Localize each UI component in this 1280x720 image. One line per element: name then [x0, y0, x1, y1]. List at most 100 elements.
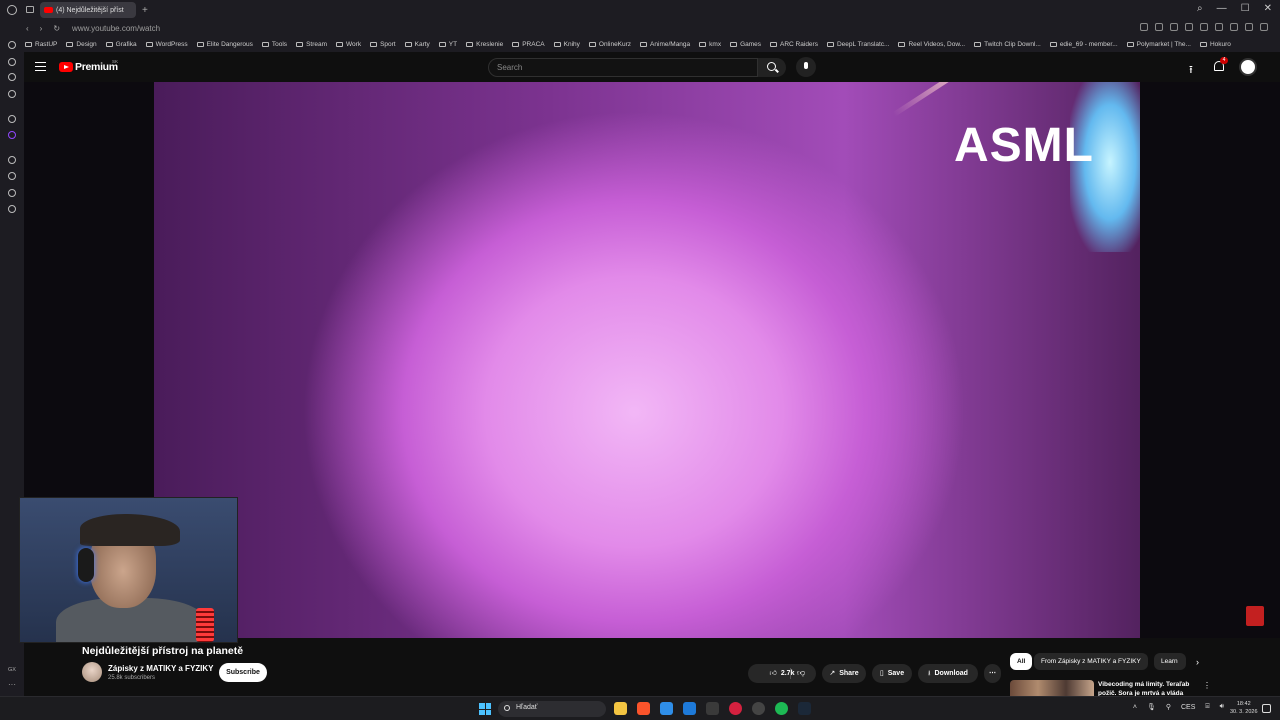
microphone-tray-icon[interactable]: 🎙︎ — [1147, 703, 1156, 711]
sidebar-pin-icon[interactable] — [8, 189, 16, 197]
sidebar-more-icon[interactable]: ··· — [8, 680, 16, 689]
opera-gx-icon[interactable] — [729, 702, 742, 715]
language-indicator[interactable]: CES — [1181, 704, 1195, 711]
bookmark-item[interactable]: Karty — [404, 41, 430, 48]
sidebar-twitch-icon[interactable] — [8, 131, 16, 139]
recommendation-thumbnail[interactable] — [1010, 680, 1094, 696]
extensions-icon[interactable] — [1230, 23, 1238, 31]
back-icon[interactable]: ‹ — [26, 24, 29, 33]
bookmark-item[interactable]: RastUP — [25, 41, 57, 48]
forward-icon[interactable]: › — [40, 24, 43, 33]
file-explorer-icon[interactable] — [614, 702, 627, 715]
bookmark-item[interactable]: WordPress — [145, 41, 188, 48]
browser-tab-youtube[interactable]: (4) Nejdůležitější příst — [40, 2, 136, 18]
brave-icon[interactable] — [637, 702, 650, 715]
more-actions-button[interactable]: ⋯ — [984, 664, 1001, 683]
bookmark-item[interactable]: Kreslenie — [466, 41, 503, 48]
sidebar-mods-icon[interactable] — [8, 90, 16, 98]
bookmark-item[interactable]: Design — [66, 41, 97, 48]
save-button[interactable]: ▯ Save — [872, 664, 912, 683]
video-frame[interactable]: ASML — [154, 82, 1140, 638]
recommendation-more-icon[interactable]: ⋮ — [1203, 681, 1211, 690]
bookmark-item[interactable]: edie_69 - member... — [1049, 41, 1118, 48]
bookmark-item[interactable]: PRACA — [512, 41, 545, 48]
bookmark-item[interactable]: ARC Raiders — [770, 41, 818, 48]
sidebar-map-icon[interactable] — [8, 172, 16, 180]
tray-chevron-icon[interactable]: ˄ — [1133, 704, 1137, 711]
notification-center-icon[interactable] — [1262, 704, 1271, 713]
bookmark-item[interactable]: Games — [730, 41, 761, 48]
opera-logo-icon[interactable] — [7, 5, 17, 15]
sidebar-gx-control-icon[interactable] — [8, 73, 16, 81]
start-icon[interactable] — [479, 703, 491, 715]
wallet-icon[interactable] — [1185, 23, 1193, 31]
sidebar-settings-icon[interactable] — [8, 115, 16, 123]
bookmark-item[interactable]: Sport — [370, 41, 396, 48]
obs-icon[interactable] — [752, 702, 765, 715]
reload-icon[interactable]: ↻ — [53, 24, 60, 33]
bookmark-item[interactable]: Tools — [261, 41, 287, 48]
sidebar-home-icon[interactable] — [8, 41, 16, 49]
player-icon[interactable] — [1200, 23, 1208, 31]
sidebar-history-icon[interactable] — [8, 205, 16, 213]
search-tabs-icon[interactable]: ⌕ — [1197, 3, 1203, 14]
like-button[interactable]: 👍︎ 2.7k — [748, 664, 816, 683]
bookmark-item[interactable]: YT — [438, 41, 457, 48]
microphone-icon[interactable] — [796, 57, 816, 77]
chip-from-channel[interactable]: From Zápisky z MATIKY a FYZIKY — [1034, 653, 1148, 670]
recommendation-title[interactable]: Vibecoding má limity. Teraľab požič. Sor… — [1098, 680, 1198, 696]
upload-icon[interactable]: ⭱ — [1189, 61, 1193, 80]
download-button[interactable]: ⭳ Download — [918, 664, 978, 683]
close-button[interactable]: ✕ — [1264, 3, 1272, 14]
easy-setup-icon[interactable] — [1260, 23, 1268, 31]
calendar-icon[interactable] — [706, 702, 719, 715]
maximize-button[interactable]: ☐ — [1241, 3, 1250, 14]
bookmark-item[interactable]: Polymarket | The... — [1126, 41, 1191, 48]
taskbar-search-input[interactable]: Hľadať — [498, 701, 606, 717]
bookmark-item[interactable]: Grafika — [105, 41, 137, 48]
search-icon[interactable] — [758, 58, 786, 77]
location-icon[interactable]: ⚲ — [1166, 703, 1171, 711]
chevron-right-icon[interactable]: › — [1196, 657, 1199, 667]
bookmark-item[interactable]: DeepL Translatc... — [826, 41, 889, 48]
volume-icon[interactable]: 🔊︎ — [1220, 703, 1224, 711]
network-icon[interactable]: ⌸ — [1205, 703, 1209, 711]
mail-icon[interactable] — [683, 702, 696, 715]
subscribe-watermark-icon[interactable] — [1246, 606, 1264, 626]
chip-learn[interactable]: Learn — [1154, 653, 1186, 670]
bookmark-item[interactable]: Anime/Manga — [640, 41, 690, 48]
minimize-button[interactable]: — — [1217, 3, 1227, 14]
url-field[interactable]: www.youtube.com/watch — [72, 24, 160, 33]
search-input[interactable]: Search — [488, 58, 758, 77]
sidebar-player-icon[interactable] — [8, 156, 16, 164]
bookmark-item[interactable]: Hokuro — [1199, 41, 1231, 48]
channel-name[interactable]: Zápisky z MATIKY a FYZIKY — [108, 664, 214, 673]
account-avatar[interactable] — [1239, 58, 1257, 76]
steam-icon[interactable] — [798, 702, 811, 715]
bookmark-item[interactable]: kmx — [699, 41, 721, 48]
bookmark-item[interactable]: Knihy — [553, 41, 580, 48]
heart-icon[interactable] — [1215, 23, 1223, 31]
bookmark-item[interactable]: OnlineKurz — [588, 41, 631, 48]
new-tab-button[interactable]: + — [142, 5, 148, 16]
bookmark-item[interactable]: Work — [336, 41, 361, 48]
youtube-logo-icon[interactable] — [59, 62, 73, 72]
spotify-icon[interactable] — [775, 702, 788, 715]
channel-avatar[interactable] — [82, 662, 102, 682]
bookmark-item[interactable]: Stream — [296, 41, 327, 48]
bookmark-item[interactable]: Twitch Clip Downl... — [974, 41, 1041, 48]
chip-all[interactable]: All — [1010, 653, 1033, 670]
bookmark-icon[interactable] — [1140, 23, 1148, 31]
snapshot-icon[interactable] — [1155, 23, 1163, 31]
download-icon[interactable] — [1245, 23, 1253, 31]
bookmark-item[interactable]: Elite Dangerous — [196, 41, 253, 48]
bookmark-item[interactable]: Reel Videos, Dow... — [898, 41, 965, 48]
snipping-tool-icon[interactable] — [660, 702, 673, 715]
taskbar-clock[interactable]: 18:42 30. 3. 2026 — [1230, 700, 1258, 716]
tab-manager-icon[interactable] — [26, 6, 34, 13]
menu-icon[interactable] — [35, 62, 46, 71]
sidebar-gx-label[interactable]: GX — [8, 667, 16, 673]
sidebar-aria-icon[interactable] — [8, 58, 16, 66]
shield-icon[interactable] — [1170, 23, 1178, 31]
share-button[interactable]: ↗ Share — [822, 664, 866, 683]
